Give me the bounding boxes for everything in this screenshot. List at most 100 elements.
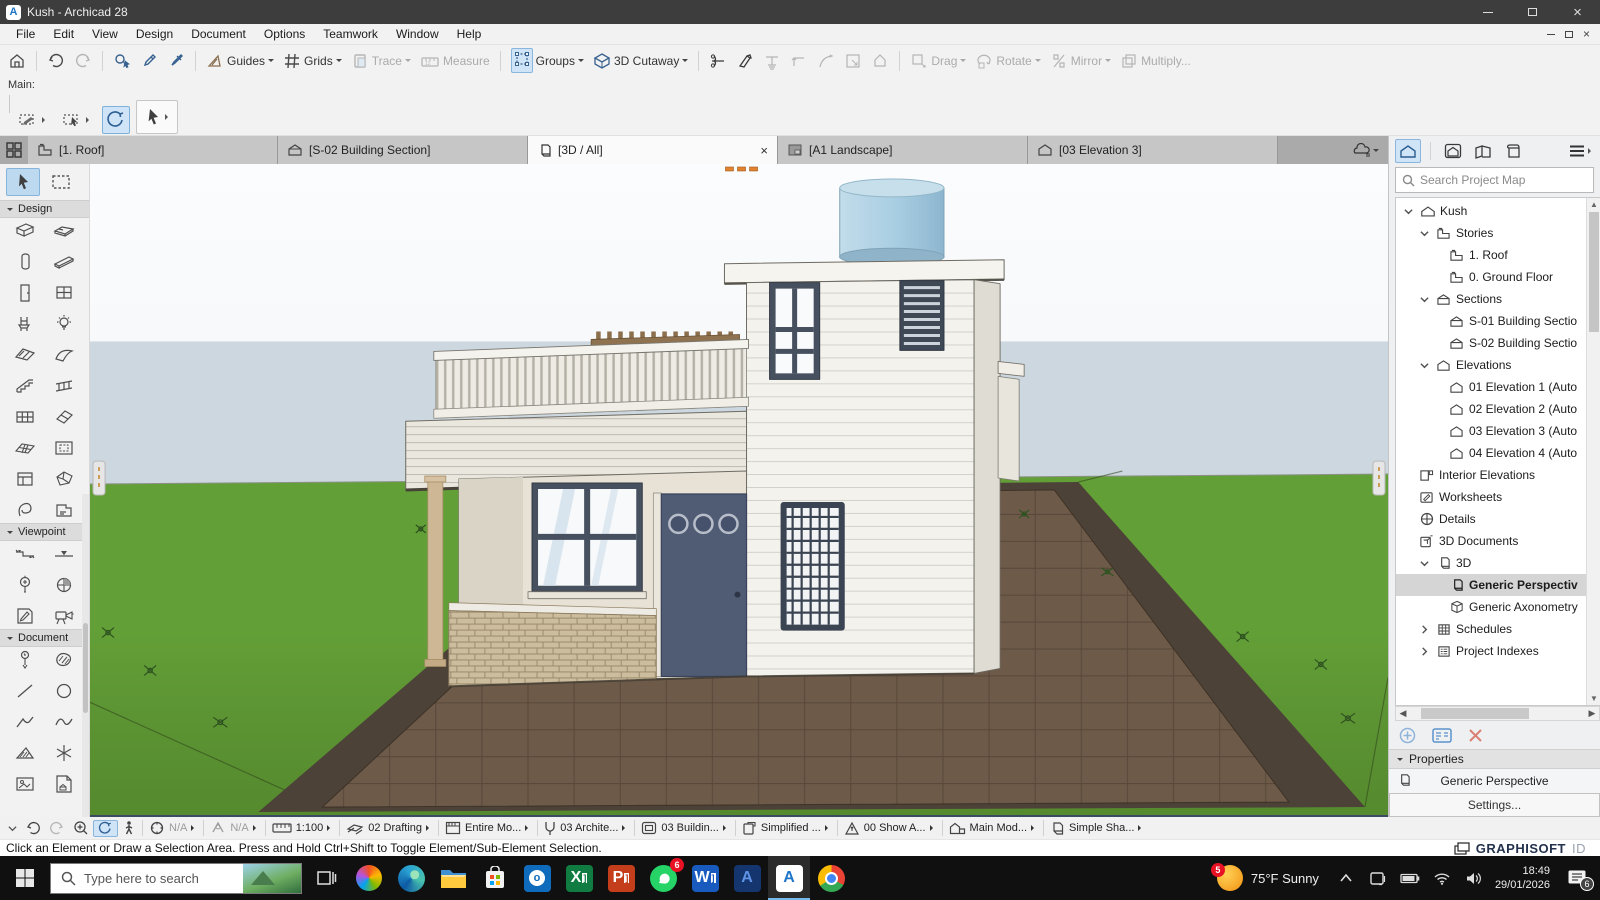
minimize-button[interactable]	[1465, 0, 1510, 24]
object-tool-icon[interactable]	[10, 313, 40, 335]
flyout-arrow-icon[interactable]	[42, 117, 48, 123]
tab-close-icon[interactable]: ×	[760, 143, 768, 158]
opening-tool-icon[interactable]	[49, 437, 79, 459]
tree-item-schedules[interactable]: Schedules	[1396, 618, 1586, 640]
intersect-button[interactable]	[786, 50, 812, 72]
whatsapp-icon[interactable]: 6	[642, 856, 684, 900]
hatch-tool-icon[interactable]	[10, 742, 40, 764]
right-palette-handle[interactable]	[1373, 461, 1385, 495]
window-tool-icon[interactable]	[49, 282, 79, 304]
column-tool-icon[interactable]	[10, 251, 40, 273]
start-button[interactable]	[4, 856, 46, 900]
publisher-button[interactable]	[1500, 139, 1526, 163]
beam-tool-icon[interactable]	[49, 251, 79, 273]
tab-layout-a1[interactable]: [A1 Landscape]	[778, 136, 1028, 164]
scale-selector[interactable]: 1:100	[268, 822, 338, 834]
wall-tool-icon[interactable]	[10, 220, 40, 242]
camera-tool-icon[interactable]	[49, 605, 79, 627]
menu-options[interactable]: Options	[256, 25, 313, 43]
design-option-selector[interactable]: Main Mod...	[945, 821, 1041, 835]
scroll-down-icon[interactable]: ▼	[1587, 692, 1600, 705]
scroll-left-icon[interactable]: ◀	[1396, 708, 1410, 719]
tree-item-generic-perspective[interactable]: Generic Perspectiv	[1396, 574, 1586, 596]
tree-item-3d[interactable]: 3D	[1396, 552, 1586, 574]
tree-item-s01[interactable]: S-01 Building Sectio	[1396, 310, 1586, 332]
cutaway-button[interactable]: 3D Cutaway	[589, 50, 692, 72]
flyout-arrow-icon[interactable]	[165, 114, 171, 120]
explore-walk-button[interactable]	[118, 820, 140, 836]
grids-button[interactable]: Grids	[279, 50, 346, 72]
flyout-arrow-icon[interactable]	[86, 117, 92, 123]
doc-minimize-icon[interactable]	[1547, 34, 1555, 35]
tree-item-elevation1[interactable]: 01 Elevation 1 (Auto	[1396, 376, 1586, 398]
morph-tool-icon[interactable]	[49, 468, 79, 490]
multiply-button[interactable]: Multiply...	[1116, 50, 1195, 72]
menu-view[interactable]: View	[84, 25, 126, 43]
graphisoft-id[interactable]: GRAPHISOFT ID	[1454, 841, 1594, 856]
tree-horizontal-scrollbar[interactable]: ◀ ▶	[1395, 706, 1600, 721]
left-palette-handle[interactable]	[93, 461, 105, 495]
undo-button[interactable]	[43, 50, 69, 72]
mesh-tool-icon[interactable]	[10, 437, 40, 459]
taskbar-search-input[interactable]	[84, 871, 235, 886]
trace-button[interactable]: Trace	[347, 50, 415, 72]
menu-teamwork[interactable]: Teamwork	[315, 25, 386, 43]
line-tool-icon[interactable]	[10, 680, 40, 702]
forward-button[interactable]	[45, 820, 69, 836]
tree-item-interior-elevations[interactable]: Interior Elevations	[1396, 464, 1586, 486]
delete-icon[interactable]	[1468, 728, 1483, 743]
look-to-button[interactable]: N/A	[145, 820, 201, 836]
tab-list-button[interactable]	[1344, 136, 1388, 164]
tree-item-elevation4[interactable]: 04 Elevation 4 (Auto	[1396, 442, 1586, 464]
menu-edit[interactable]: Edit	[45, 25, 82, 43]
circle-tool-icon[interactable]	[49, 680, 79, 702]
adjust-button[interactable]	[732, 50, 758, 72]
rotate-button[interactable]: Rotate	[971, 50, 1044, 72]
app-a-icon[interactable]: A	[726, 856, 768, 900]
roof-tool-icon[interactable]	[10, 344, 40, 366]
menu-file[interactable]: File	[8, 25, 43, 43]
structure-display-selector[interactable]: Entire Mo...	[441, 821, 535, 835]
arrow-tool-button[interactable]	[6, 168, 40, 196]
tree-item-details[interactable]: Details	[1396, 508, 1586, 530]
outlook-icon[interactable]: o	[516, 856, 558, 900]
tab-building-section[interactable]: [S-02 Building Section]	[278, 136, 528, 164]
marquee-select-tool[interactable]	[58, 106, 96, 134]
grids-dropdown-icon[interactable]	[336, 59, 342, 65]
project-map-button[interactable]	[1395, 139, 1421, 163]
guides-button[interactable]: Guides	[202, 50, 278, 72]
resize-button[interactable]	[840, 50, 866, 72]
tab-list-dropdown-icon[interactable]	[1373, 149, 1379, 155]
drag-dropdown-icon[interactable]	[960, 59, 966, 65]
wifi-icon[interactable]	[1431, 872, 1453, 885]
cutaway-dropdown-icon[interactable]	[682, 59, 688, 65]
excel-icon[interactable]: X]	[558, 856, 600, 900]
spline-tool-icon[interactable]	[49, 711, 79, 733]
menu-help[interactable]: Help	[449, 25, 490, 43]
file-explorer-icon[interactable]	[432, 856, 474, 900]
shell-tool-icon[interactable]	[49, 344, 79, 366]
zoom-in-button[interactable]	[69, 820, 93, 836]
mirror-dropdown-icon[interactable]	[1105, 59, 1111, 65]
toolbox-scrollbar[interactable]	[82, 494, 89, 817]
section-tool-icon[interactable]	[10, 543, 40, 565]
groups-button[interactable]: Groups	[507, 46, 588, 75]
doc-restore-icon[interactable]	[1565, 31, 1573, 38]
explode-button[interactable]	[867, 50, 893, 72]
graphic-override-selector[interactable]: Simplified ...	[738, 821, 835, 836]
worksheet-tool-icon[interactable]	[10, 605, 40, 627]
project-map-search[interactable]	[1395, 167, 1594, 193]
edge-icon[interactable]	[390, 856, 432, 900]
rotate-dropdown-icon[interactable]	[1035, 59, 1041, 65]
find-select-button[interactable]	[109, 50, 135, 72]
back-button[interactable]	[21, 820, 45, 836]
settings-card-icon[interactable]	[1432, 728, 1452, 743]
hidden-icons-chevron[interactable]	[1335, 874, 1357, 882]
measure-button[interactable]: 12 Measure	[416, 50, 494, 72]
archicad-taskbar-icon[interactable]: A	[768, 856, 810, 900]
menu-design[interactable]: Design	[128, 25, 181, 43]
weather-widget[interactable]: 5 75°F Sunny	[1211, 865, 1325, 891]
freeform-tool-icon[interactable]	[10, 499, 40, 521]
navigator-menu-button[interactable]	[1568, 144, 1594, 158]
skylight-tool-icon[interactable]	[49, 406, 79, 428]
